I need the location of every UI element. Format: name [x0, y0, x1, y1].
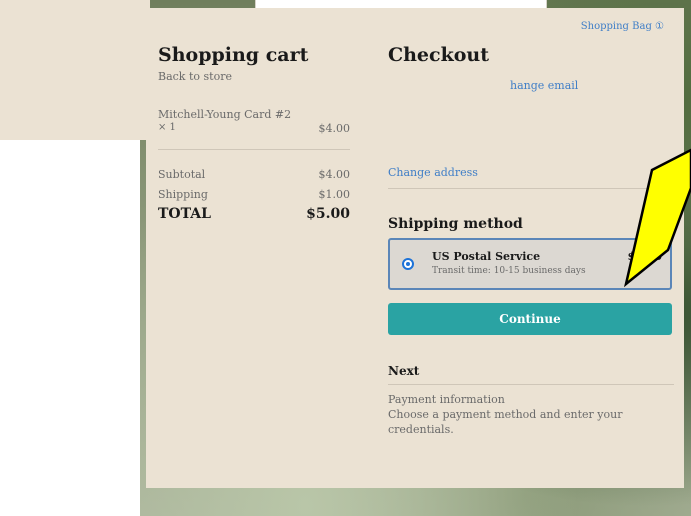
screen: Shopping cart Back to store Mitchell-You…	[0, 0, 691, 516]
shipping-label: Shipping	[158, 188, 208, 201]
total-row: TOTAL $5.00	[158, 206, 350, 222]
continue-button[interactable]: Continue	[388, 303, 672, 335]
shipping-method-heading: Shipping method	[388, 216, 523, 232]
radio-selected-icon[interactable]	[402, 258, 414, 270]
shipping-option-price: $1.00	[627, 250, 662, 263]
total-label: TOTAL	[158, 206, 211, 222]
subtotal-label: Subtotal	[158, 168, 206, 181]
subtotal-value: $4.00	[318, 168, 351, 181]
cart-title: Shopping cart	[158, 44, 309, 66]
next-heading: Next	[388, 364, 420, 378]
next-step-description: Choose a payment method and enter your c…	[388, 408, 623, 436]
back-to-store-link[interactable]: Back to store	[158, 70, 232, 83]
total-value: $5.00	[306, 206, 350, 222]
shipping-option-name: US Postal Service	[432, 250, 541, 263]
change-email-link[interactable]: hange email	[510, 79, 578, 92]
checkout-modal: Shopping cart Back to store Mitchell-You…	[146, 8, 684, 488]
shipping-option-transit: Transit time: 10-15 business days	[432, 266, 586, 276]
cart-item-price: $4.00	[318, 122, 351, 135]
next-step-title: Payment information	[388, 393, 505, 406]
background-panel	[0, 0, 150, 140]
shipping-row: Shipping $1.00	[158, 188, 350, 201]
checkout-title: Checkout	[388, 44, 490, 66]
summary-divider	[158, 149, 350, 150]
shipping-option-usps[interactable]: US Postal Service Transit time: 10-15 bu…	[388, 238, 672, 290]
shopping-bag-link[interactable]: Shopping Bag ①	[581, 21, 664, 32]
next-divider	[388, 384, 674, 385]
cart-item-name: Mitchell-Young Card #2	[158, 108, 292, 121]
address-divider	[388, 188, 674, 189]
shipping-value: $1.00	[318, 188, 351, 201]
cart-item-quantity: × 1	[158, 122, 176, 133]
change-address-link[interactable]: Change address	[388, 166, 478, 179]
subtotal-row: Subtotal $4.00	[158, 168, 350, 181]
